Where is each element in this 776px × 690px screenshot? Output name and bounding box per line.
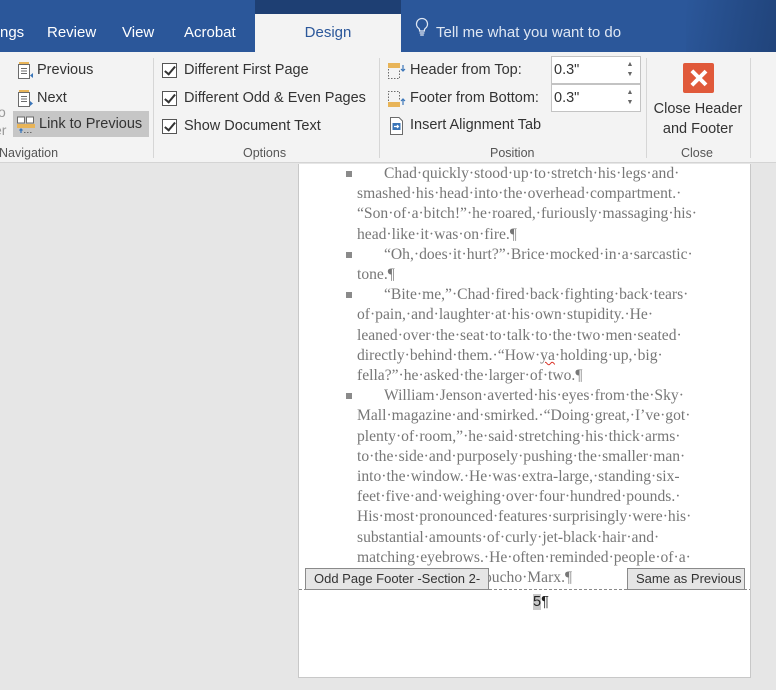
footer-from-bottom-value: 0.3" <box>554 90 580 106</box>
spin-up-icon[interactable]: ▲ <box>626 60 634 70</box>
bullet-icon <box>346 171 352 177</box>
different-first-page-label: Different First Page <box>184 62 309 78</box>
ribbon-tab-bar: ngs Review View Acrobat Design Tell me w… <box>0 0 776 52</box>
header-from-top-label: Header from Top: <box>410 62 522 78</box>
spin-down-icon[interactable]: ▼ <box>626 98 634 108</box>
different-first-page-checkbox[interactable]: Different First Page <box>162 57 309 83</box>
previous-section-icon <box>16 61 34 79</box>
bullet-icon <box>346 251 352 258</box>
body-text[interactable]: Chad·quickly·stood·up·to·stretch·his·leg… <box>299 164 750 588</box>
link-to-previous-button[interactable]: Link to Previous <box>13 111 149 137</box>
title-bar-decoration <box>686 0 776 52</box>
word-window: ngs Review View Acrobat Design Tell me w… <box>0 0 776 690</box>
different-odd-even-checkbox[interactable]: Different Odd & Even Pages <box>162 85 366 111</box>
para-text: smashed·his·head·into·the·overhead·compa… <box>357 185 697 243</box>
header-from-top-value: 0.3" <box>554 62 580 78</box>
ribbon-design: o er Previous Next Link to Previous Navi… <box>0 52 776 163</box>
tab-design[interactable]: Design <box>255 14 401 52</box>
next-section-icon <box>16 89 34 107</box>
bullet-icon <box>346 393 352 400</box>
page-number: 5 <box>533 594 542 610</box>
checkbox-checked-icon <box>162 118 177 134</box>
lightbulb-icon <box>414 14 430 52</box>
title-bar-strip <box>255 0 401 14</box>
pilcrow-mark: ¶ <box>541 594 549 610</box>
para-text: tone.¶ <box>357 266 395 284</box>
document-page[interactable]: Chad·quickly·stood·up·to·stretch·his·leg… <box>298 164 751 678</box>
header-from-top-input[interactable]: 0.3" ▲ ▼ <box>551 56 641 84</box>
list-item[interactable]: “Oh,·does·it·hurt?”·Brice·mocked·in·a·sa… <box>299 245 750 285</box>
tab-acrobat[interactable]: Acrobat <box>184 14 236 52</box>
para-first-line: “Bite·me,”·Chad·fired·back·fighting·back… <box>384 286 689 304</box>
next-label: Next <box>37 90 67 106</box>
header-from-top-icon <box>387 61 407 79</box>
tell-me-search[interactable]: Tell me what you want to do <box>414 14 621 52</box>
partial-goto-label-2: er <box>0 122 7 138</box>
footer-from-bottom-icon <box>387 89 407 107</box>
insert-alignment-tab-button[interactable]: Insert Alignment Tab <box>387 112 541 138</box>
different-odd-even-label: Different Odd & Even Pages <box>184 90 366 106</box>
document-area: Chad·quickly·stood·up·to·stretch·his·leg… <box>0 164 776 690</box>
tell-me-placeholder: Tell me what you want to do <box>436 24 622 41</box>
close-header-label-line2: and Footer <box>662 121 734 137</box>
footer-from-bottom-label-row: Footer from Bottom: <box>387 85 539 111</box>
tab-view[interactable]: View <box>122 14 154 52</box>
list-item[interactable]: “Bite·me,”·Chad·fired·back·fighting·back… <box>299 285 750 386</box>
list-item[interactable]: William·Jenson·averted·his·eyes·from·the… <box>299 386 750 588</box>
footer-from-bottom-spinner[interactable]: ▲ ▼ <box>626 88 634 108</box>
previous-button[interactable]: Previous <box>16 57 97 83</box>
header-from-top-label-row: Header from Top: <box>387 57 522 83</box>
spin-down-icon[interactable]: ▼ <box>626 70 634 80</box>
same-as-previous-tag: Same as Previous <box>627 568 745 590</box>
show-document-text-checkbox[interactable]: Show Document Text <box>162 113 321 139</box>
para-first-line: “Oh,·does·it·hurt?”·Brice·mocked·in·a·sa… <box>384 245 693 263</box>
link-to-previous-label: Link to Previous <box>39 116 143 132</box>
list-item[interactable]: Chad·quickly·stood·up·to·stretch·his·leg… <box>299 164 750 245</box>
previous-label: Previous <box>37 62 94 78</box>
partial-goto-label: o <box>0 104 6 120</box>
odd-page-footer-tag: Odd Page Footer -Section 2- <box>305 568 490 590</box>
close-header-label-line1: Close Header <box>653 101 743 117</box>
insert-alignment-tab-label: Insert Alignment Tab <box>410 117 542 133</box>
link-to-previous-icon <box>16 115 36 133</box>
next-button[interactable]: Next <box>16 85 71 111</box>
misspelled-word[interactable]: ya <box>540 347 555 364</box>
group-separator <box>750 58 751 158</box>
close-group-label: Close <box>681 146 713 160</box>
navigation-group-label: Navigation <box>0 146 59 160</box>
show-document-text-label: Show Document Text <box>184 118 321 134</box>
position-group-label: Position <box>490 146 535 160</box>
spin-up-icon[interactable]: ▲ <box>626 88 634 98</box>
group-separator <box>379 58 380 158</box>
para-first-line: Chad·quickly·stood·up·to·stretch·his·leg… <box>384 165 680 182</box>
close-x-icon <box>682 63 714 93</box>
options-group-label: Options <box>243 146 287 160</box>
para-text: Mall·magazine·and·smirked.·“Doing·great,… <box>357 407 692 586</box>
group-separator <box>153 58 154 158</box>
close-header-footer-button[interactable]: Close Header and Footer <box>650 56 746 142</box>
group-separator <box>646 58 647 158</box>
para-first-line: William·Jenson·averted·his·eyes·from·the… <box>384 387 684 405</box>
header-from-top-spinner[interactable]: ▲ ▼ <box>626 60 634 80</box>
checkbox-checked-icon <box>162 90 177 106</box>
footer-from-bottom-label: Footer from Bottom: <box>410 90 539 106</box>
footer-from-bottom-input[interactable]: 0.3" ▲ ▼ <box>551 84 641 112</box>
bullet-icon <box>346 292 352 299</box>
page-number-field[interactable]: 5¶ <box>533 594 549 610</box>
insert-alignment-tab-icon <box>387 116 407 135</box>
tab-review[interactable]: Review <box>47 14 96 52</box>
checkbox-checked-icon <box>162 62 177 78</box>
tab-mailings[interactable]: ngs <box>0 14 24 52</box>
